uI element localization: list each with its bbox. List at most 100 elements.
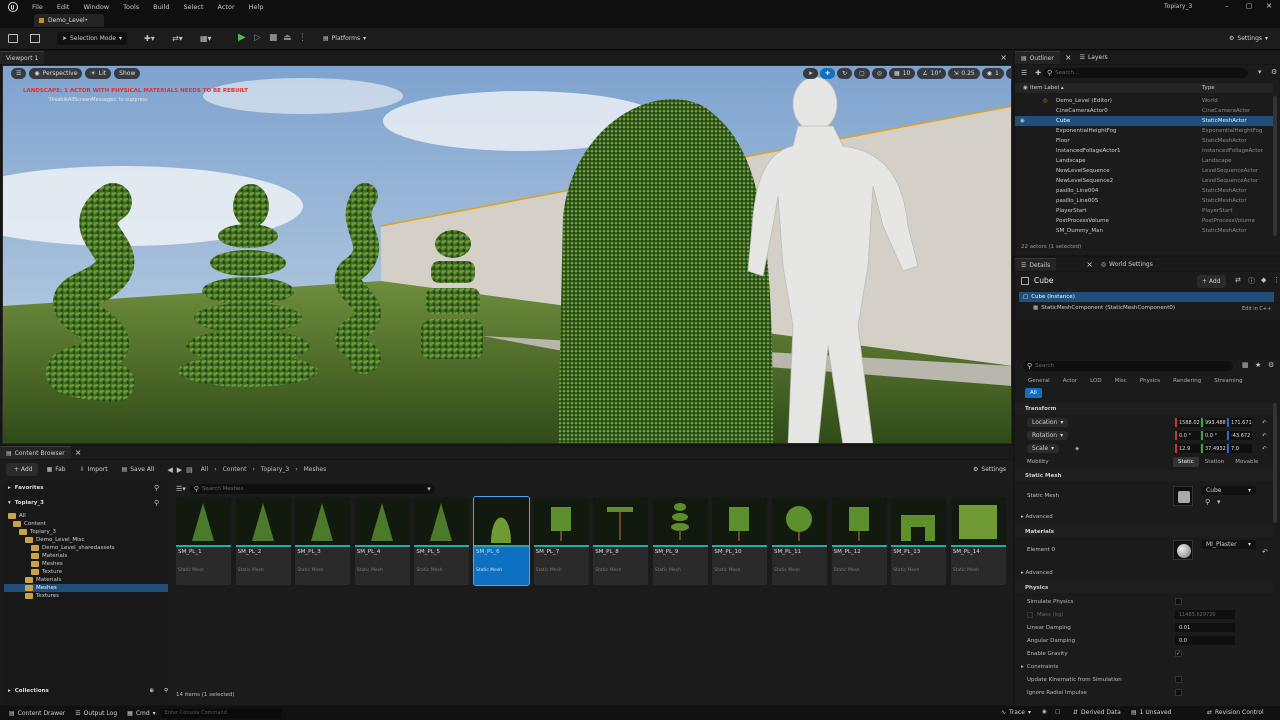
mobility-stationary[interactable]: Station	[1200, 457, 1230, 467]
crumb-content[interactable]: Content	[223, 466, 247, 473]
table-row[interactable]: PostProcessVolume PostProcessVolume	[1015, 216, 1273, 226]
eject-icon[interactable]: ⏏	[283, 33, 292, 43]
platforms-dropdown[interactable]: ▤ Platforms ▾	[318, 32, 371, 45]
section-physics[interactable]: Physics	[1015, 582, 1273, 593]
save-icon[interactable]	[8, 34, 18, 43]
table-row[interactable]: SM_Dummy_Man StaticMeshActor	[1015, 226, 1273, 236]
instance-row[interactable]: ▢ Cube (Instance)	[1019, 292, 1274, 302]
mass-checkbox[interactable]	[1027, 611, 1033, 618]
reset-icon[interactable]: ↶	[1262, 548, 1268, 556]
table-row[interactable]: NewLevelSequence LevelSequenceActor	[1015, 166, 1273, 176]
component-row[interactable]: ▦ StaticMeshComponent (StaticMeshComponen…	[1033, 305, 1175, 311]
asset-search[interactable]: ⚲ Search Meshes ▾	[189, 484, 435, 494]
filter-physics[interactable]: Physics	[1135, 376, 1165, 386]
table-row[interactable]: NewLevelSequence2 LevelSequenceActor	[1015, 176, 1273, 186]
mesh-thumbnail[interactable]	[1173, 486, 1193, 506]
menu-build[interactable]: Build	[153, 3, 169, 11]
asset-tile[interactable]: SM_PL_13 Static Mesh	[891, 497, 947, 585]
add-actor-icon[interactable]: ✚▾	[144, 34, 155, 43]
table-row[interactable]: PlayerStart PlayerStart	[1015, 206, 1273, 216]
tree-item[interactable]: Materials	[4, 576, 168, 584]
mobility-static[interactable]: Static	[1173, 456, 1199, 467]
edit-cpp-link[interactable]: Edit in C++	[1242, 306, 1271, 312]
table-row[interactable]: ExponentialHeightFog ExponentialHeightFog	[1015, 126, 1273, 136]
record-icon[interactable]: ◉	[1042, 709, 1047, 715]
maximize-icon[interactable]: ▢	[1244, 2, 1254, 10]
asset-tile[interactable]: SM_PL_14 Static Mesh	[950, 497, 1006, 585]
level-tab[interactable]: Demo_Level•	[34, 14, 104, 27]
history-back-icon[interactable]: ◀	[167, 466, 172, 474]
asset-tile[interactable]: SM_PL_8 Static Mesh	[593, 497, 649, 585]
minimize-icon[interactable]: –	[1222, 2, 1232, 10]
rotation-dropdown[interactable]: Rotation ▾	[1027, 431, 1069, 440]
table-row[interactable]: ◎ Demo_Level (Editor) World	[1015, 96, 1273, 106]
move-tool[interactable]: ✚	[820, 68, 836, 79]
content-drawer-button[interactable]: ▤ Content Drawer	[4, 707, 70, 720]
filter-rendering[interactable]: Rendering	[1168, 376, 1206, 386]
table-row[interactable]: CineCameraActor0 CineCameraActor	[1015, 106, 1273, 116]
snapshot-icon[interactable]: ▢	[1055, 709, 1060, 715]
location-dropdown[interactable]: Location ▾	[1027, 418, 1069, 427]
output-log-button[interactable]: ☰ Output Log	[70, 707, 122, 720]
mass-value[interactable]: 11485.629726	[1175, 610, 1235, 619]
table-row[interactable]: pasillo_Line005 StaticMeshActor	[1015, 196, 1273, 206]
filter-all[interactable]: All	[1025, 388, 1042, 398]
scale-tool[interactable]: ▢	[854, 68, 870, 79]
perspective-button[interactable]: ◉ Perspective	[29, 68, 83, 79]
advanced-row[interactable]: ▸ Advanced	[1021, 570, 1053, 576]
add-icon[interactable]: ✚	[1035, 69, 1041, 77]
add-button[interactable]: + Add	[6, 463, 38, 476]
asset-tile[interactable]: SM_PL_3 Static Mesh	[295, 497, 351, 585]
table-row[interactable]: Landscape Landscape	[1015, 156, 1273, 166]
asset-tile[interactable]: SM_PL_11 Static Mesh	[772, 497, 827, 585]
asset-tile[interactable]: SM_PL_4 Static Mesh	[354, 497, 410, 585]
maximize-viewport[interactable]: ▢	[1005, 68, 1011, 79]
show-button[interactable]: Show	[114, 68, 141, 79]
crumb-topiary[interactable]: Topiary_3	[261, 466, 289, 473]
radial-checkbox[interactable]	[1175, 689, 1182, 696]
asset-tile[interactable]: SM_PL_9 Static Mesh	[652, 497, 708, 585]
viewport-tab[interactable]: Viewport 1	[0, 51, 45, 64]
favorites-section[interactable]: ▸ Favorites	[8, 485, 44, 491]
section-materials[interactable]: Materials	[1015, 526, 1273, 537]
lock-icon[interactable]: ◆	[1261, 276, 1266, 284]
lock-icon[interactable]: ◈	[1075, 446, 1079, 452]
layers-tab[interactable]: ☰ Layers	[1080, 54, 1108, 61]
filter-icon[interactable]: ☰▾	[176, 485, 186, 493]
location-y[interactable]: 993.488	[1201, 418, 1226, 427]
search-icon[interactable]: ⚲	[154, 484, 159, 492]
menu-edit[interactable]: Edit	[57, 3, 70, 11]
asset-tile[interactable]: SM_PL_10 Static Mesh	[712, 497, 768, 585]
tree-item-selected[interactable]: Meshes	[4, 584, 168, 592]
mesh-picker[interactable]: Cube ▾	[1201, 486, 1256, 495]
filter-lod[interactable]: LOD	[1085, 376, 1106, 386]
rotation-x[interactable]: 0.0 °	[1175, 431, 1200, 440]
rotate-tool[interactable]: ↻	[837, 68, 853, 79]
fab-button[interactable]: ▦ Fab	[42, 463, 71, 476]
rotation-z[interactable]: -43.672	[1227, 431, 1252, 440]
content-icon[interactable]	[30, 34, 40, 43]
close-icon[interactable]: ×	[1000, 53, 1007, 62]
angular-damping-value[interactable]: 0.0	[1175, 636, 1235, 645]
scale-x[interactable]: 12.9	[1175, 444, 1200, 453]
tree-item[interactable]: Demo_Level_sharedassets	[4, 544, 168, 552]
close-icon[interactable]: ×	[75, 448, 82, 457]
constraints-row[interactable]: ▸ Constraints	[1015, 660, 1273, 673]
table-row[interactable]: Floor StaticMeshActor	[1015, 136, 1273, 146]
location-x[interactable]: 1588.02	[1175, 418, 1200, 427]
browse-icon[interactable]: ⚲	[1205, 498, 1210, 506]
material-thumbnail[interactable]	[1173, 540, 1193, 560]
asset-tile[interactable]: SM_PL_1 Static Mesh	[176, 497, 231, 585]
star-icon[interactable]: ★	[1255, 361, 1261, 369]
gear-icon[interactable]: ⚙	[1268, 361, 1274, 369]
console-input[interactable]: Enter Console Command	[160, 708, 281, 718]
tree-item[interactable]: Topiary_3	[4, 528, 168, 536]
tree-item[interactable]: All	[4, 512, 168, 520]
trace-button[interactable]: ∿ Trace ▾	[996, 706, 1036, 719]
tree-item[interactable]: Demo_Level_Misc	[4, 536, 168, 544]
blueprint-icon[interactable]: ⇄	[1235, 276, 1241, 284]
asset-tile[interactable]: SM_PL_2 Static Mesh	[235, 497, 291, 585]
viewport-menu-button[interactable]: ☰	[11, 68, 27, 79]
project-section[interactable]: ▾ Topiary_3	[8, 500, 44, 506]
location-z[interactable]: 171.671	[1227, 418, 1252, 427]
